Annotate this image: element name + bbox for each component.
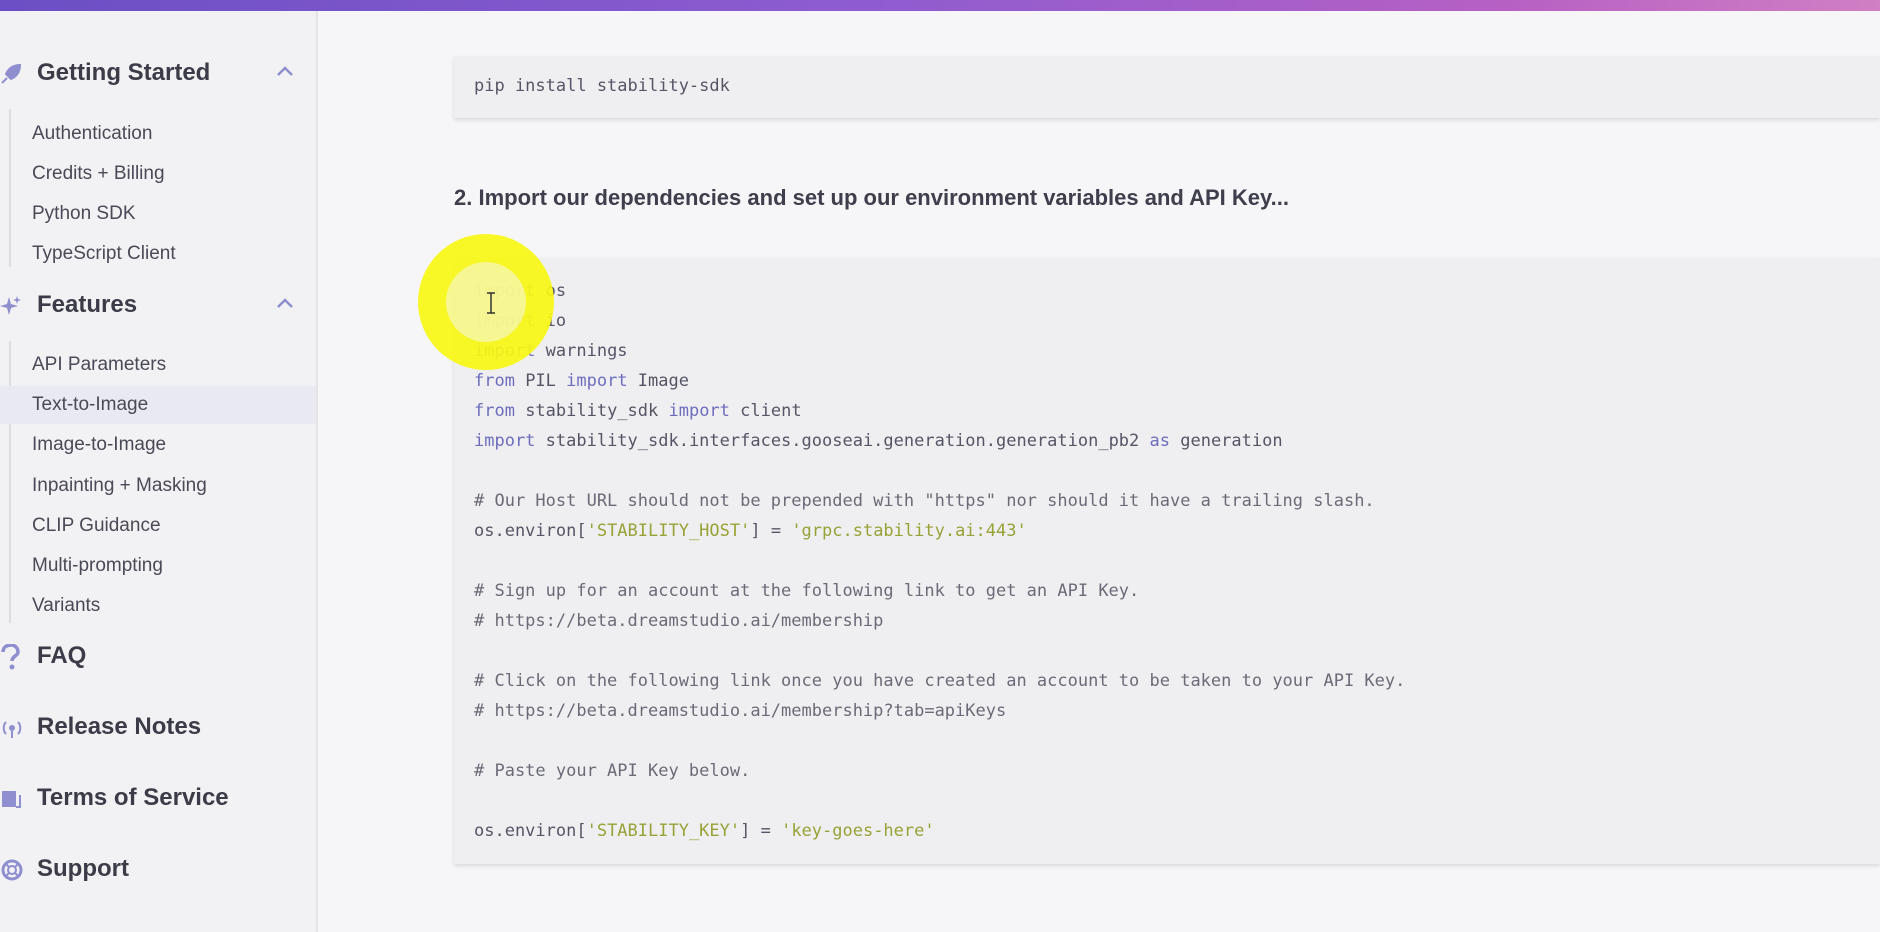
step-2-heading: 2. Import our dependencies and set up ou… (454, 185, 1289, 210)
sidebar-item-inpainting-masking[interactable]: Inpainting + Masking (0, 467, 316, 505)
sidebar-item-multi-prompting[interactable]: Multi-prompting (0, 547, 316, 585)
sidebar-item-credits-billing[interactable]: Credits + Billing (0, 155, 316, 193)
code-comment: # https://beta.dreamstudio.ai/membership (474, 611, 884, 631)
code-comment: # https://beta.dreamstudio.ai/membership… (474, 701, 1007, 721)
rocket-icon (0, 62, 24, 86)
sidebar-item-text-to-image[interactable]: Text-to-Image (0, 386, 316, 424)
sidebar-item-authentication[interactable]: Authentication (0, 115, 316, 153)
code-line: os.environ['STABILITY_HOST'] = 'grpc.sta… (474, 521, 1027, 541)
sidebar-item-api-parameters[interactable]: API Parameters (0, 346, 316, 384)
chevron-up-icon[interactable] (276, 296, 296, 312)
code-comment: # Sign up for an account at the followin… (474, 581, 1140, 601)
code-line: import stability_sdk.interfaces.gooseai.… (474, 431, 1283, 451)
chevron-up-icon[interactable] (276, 64, 296, 80)
lifebuoy-icon (0, 858, 24, 882)
sidebar-item-typescript-client[interactable]: TypeScript Client (0, 235, 316, 273)
sidebar-item-image-to-image[interactable]: Image-to-Image (0, 426, 316, 464)
sidebar: Getting Started Authentication Credits +… (0, 11, 318, 932)
sparkle-icon (0, 294, 24, 318)
install-code-block[interactable]: pip install stability-sdk (454, 56, 1880, 118)
section-label: Features (37, 291, 138, 318)
code-line: from PIL import Image (474, 371, 689, 391)
book-icon (0, 787, 24, 811)
sidebar-section-terms-of-service[interactable]: Terms of Service (0, 780, 316, 816)
text-cursor-icon (486, 292, 496, 314)
sidebar-item-clip-guidance[interactable]: CLIP Guidance (0, 507, 316, 545)
section-label: Getting Started (37, 59, 211, 86)
question-icon (0, 644, 24, 670)
code-comment: # Click on the following link once you h… (474, 671, 1406, 691)
broadcast-icon (0, 716, 24, 740)
sidebar-section-release-notes[interactable]: Release Notes (0, 709, 316, 745)
code-comment: # Paste your API Key below. (474, 761, 751, 781)
code-line: from stability_sdk import client (474, 401, 802, 421)
top-accent-bar (0, 0, 1880, 11)
sidebar-item-variants[interactable]: Variants (0, 587, 316, 625)
sidebar-section-support[interactable]: Support (0, 851, 316, 887)
code-comment: # Our Host URL should not be prepended w… (474, 491, 1375, 511)
sidebar-section-getting-started[interactable]: Getting Started (0, 55, 316, 91)
sidebar-item-python-sdk[interactable]: Python SDK (0, 195, 316, 233)
install-command: pip install stability-sdk (474, 76, 730, 96)
setup-code-block[interactable]: import os import io import warnings from… (454, 258, 1880, 864)
sidebar-section-features[interactable]: Features (0, 287, 316, 323)
code-line: os.environ['STABILITY_KEY'] = 'key-goes-… (474, 821, 935, 841)
sidebar-section-faq[interactable]: FAQ (0, 638, 316, 674)
